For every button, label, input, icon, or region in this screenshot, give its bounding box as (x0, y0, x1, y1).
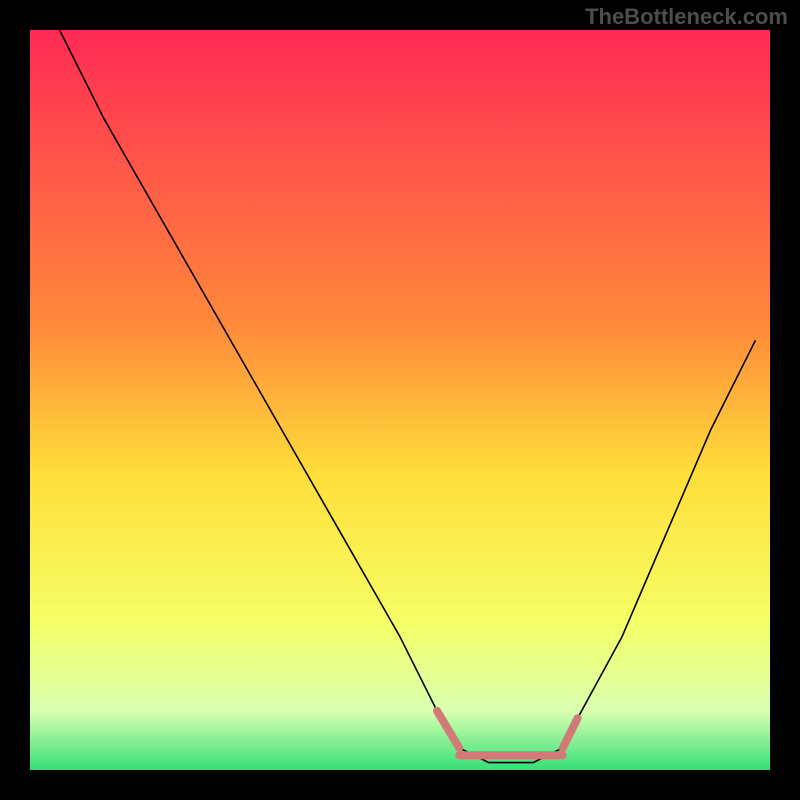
chart-plot-area (30, 30, 770, 770)
chart-svg (30, 30, 770, 770)
watermark-text: TheBottleneck.com (585, 4, 788, 30)
chart-background (30, 30, 770, 770)
